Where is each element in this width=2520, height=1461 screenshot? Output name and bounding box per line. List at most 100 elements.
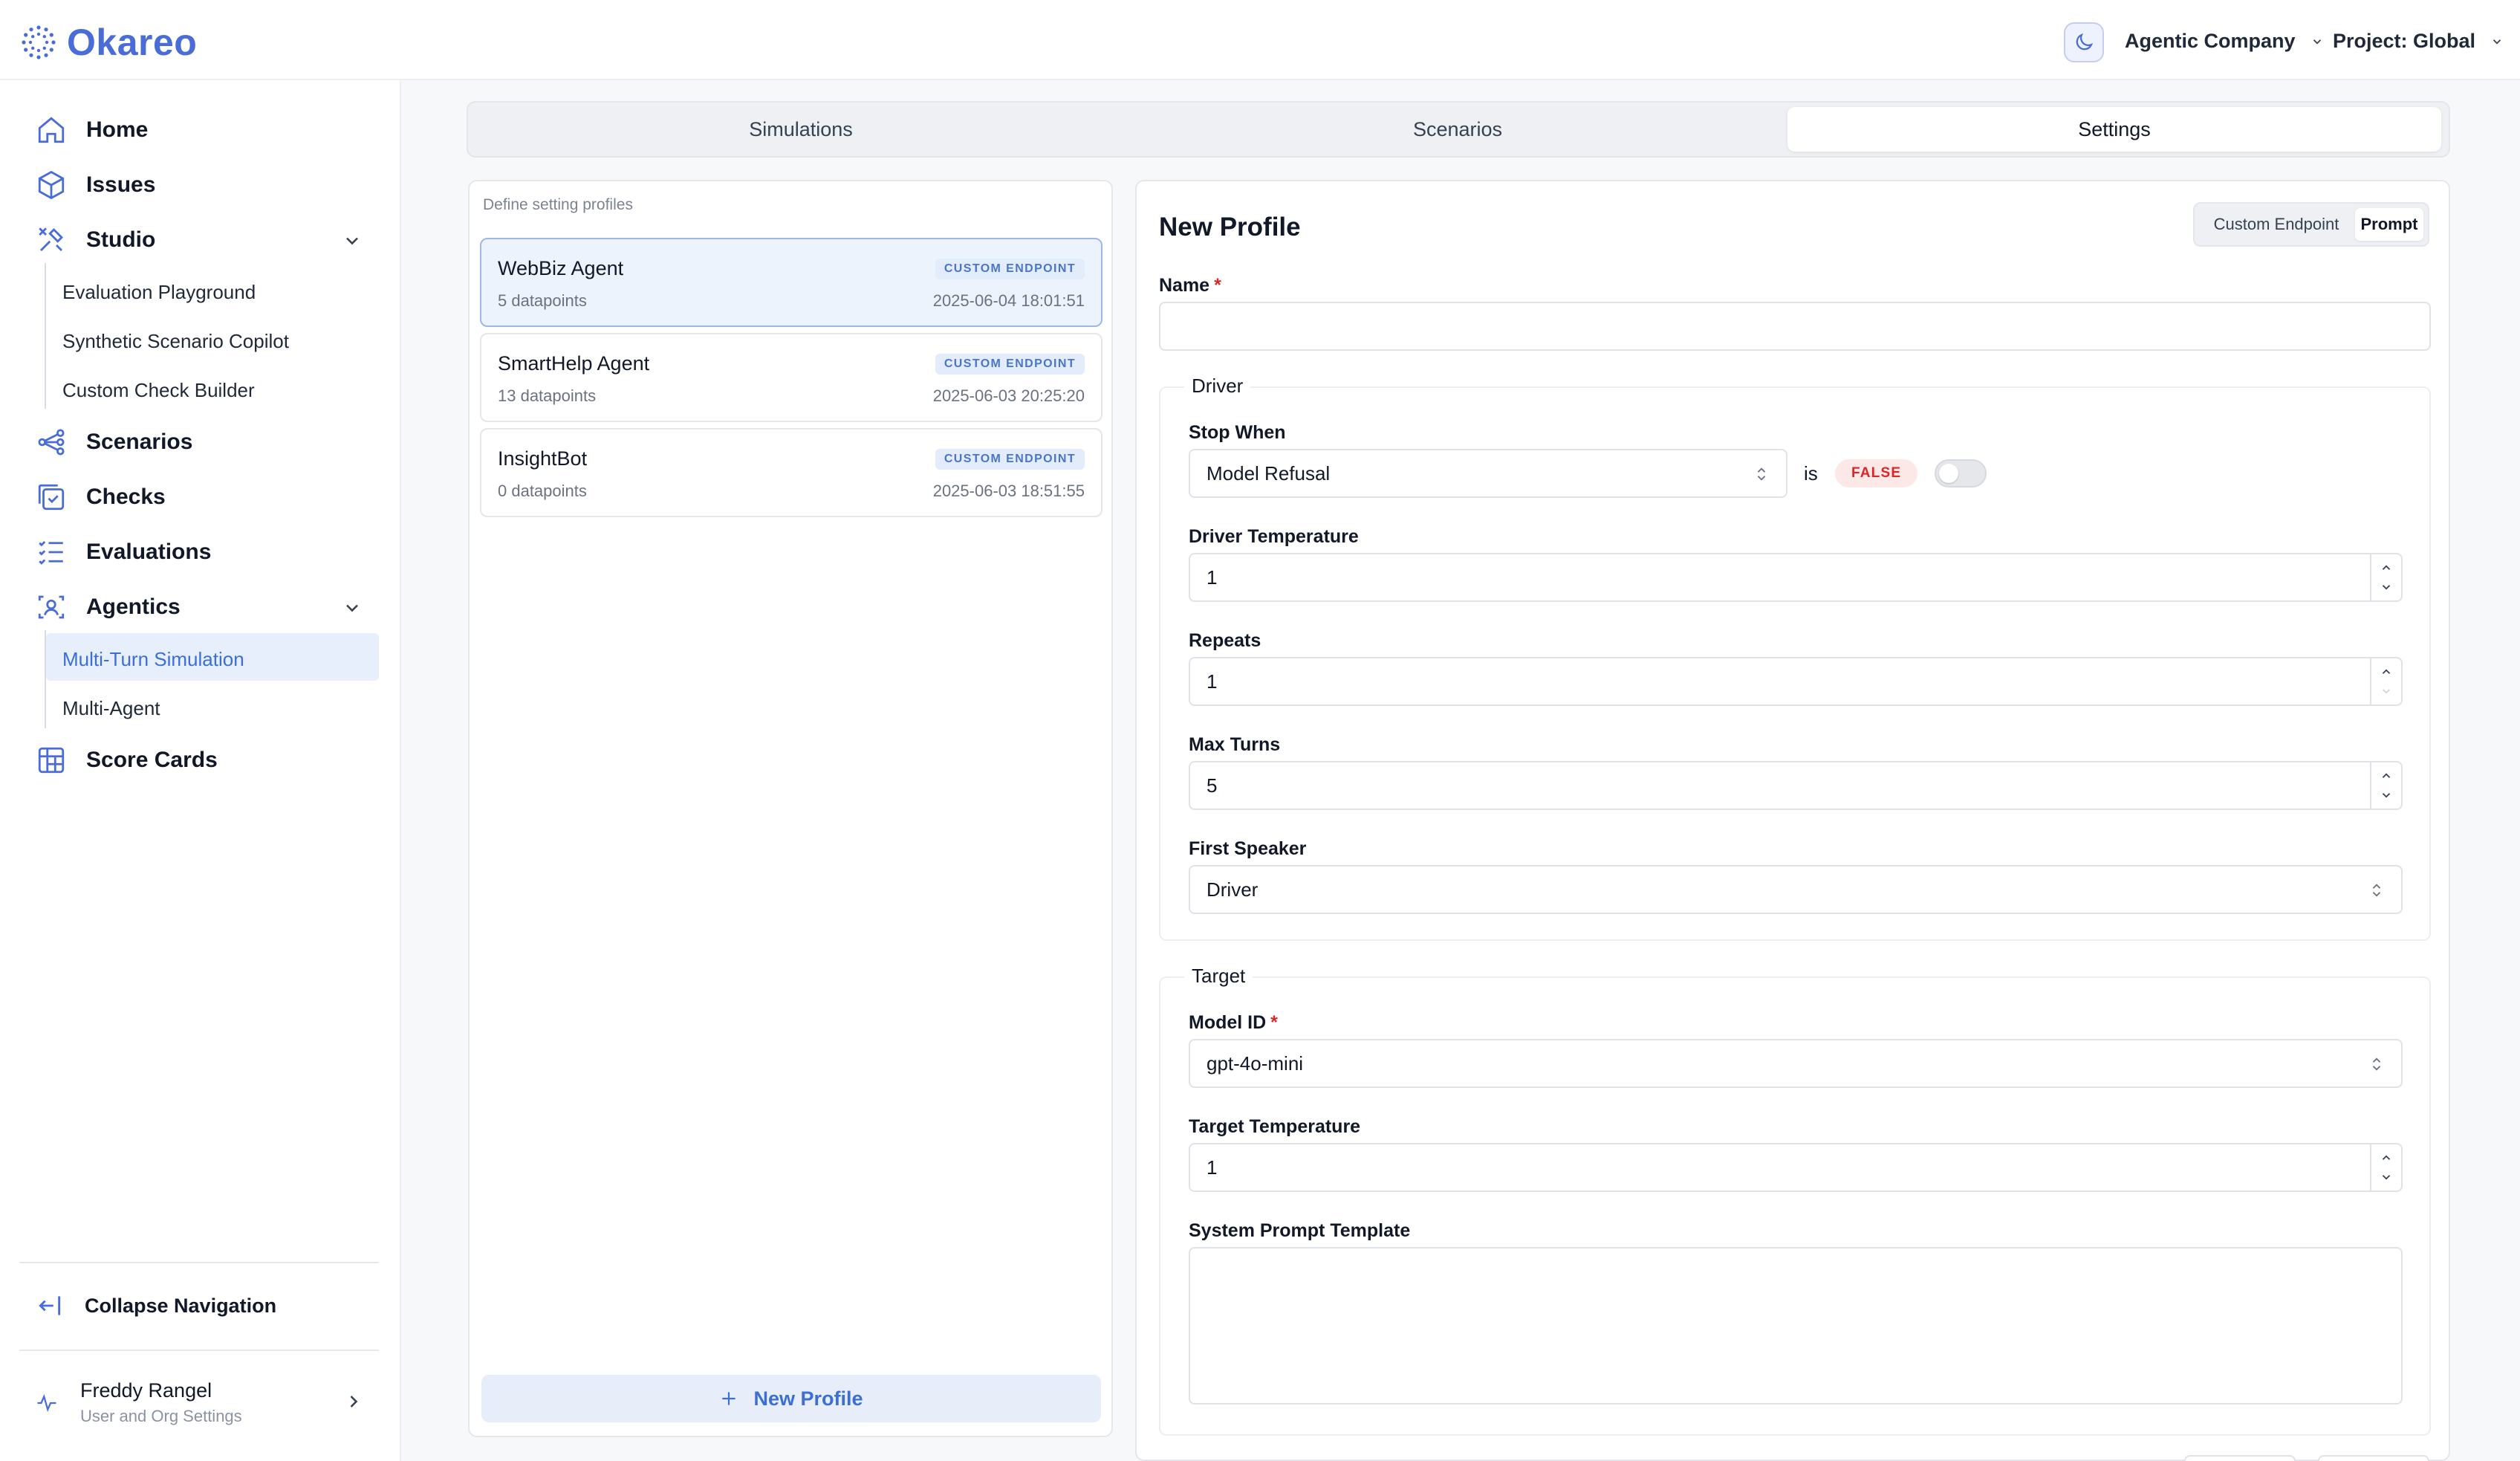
chevron-down-icon[interactable]: [2380, 1170, 2393, 1184]
tab-settings[interactable]: Settings: [1787, 107, 2441, 152]
toggle-knob: [1939, 464, 1958, 483]
repeats-input[interactable]: 1: [1189, 657, 2403, 706]
number-stepper[interactable]: [2370, 762, 2401, 809]
tab-simulations[interactable]: Simulations: [474, 107, 1128, 152]
chevron-up-icon[interactable]: [2380, 769, 2393, 783]
chevron-up-icon[interactable]: [2380, 665, 2393, 678]
max-turns-input[interactable]: 5: [1189, 761, 2403, 810]
save-button[interactable]: [2318, 1455, 2429, 1461]
cancel-button[interactable]: [2184, 1455, 2296, 1461]
sidebar-item-label: Evaluations: [86, 540, 212, 564]
sidebar-sub-synthetic-scenario-copilot[interactable]: Synthetic Scenario Copilot: [62, 330, 289, 353]
chevron-down-icon[interactable]: [2380, 580, 2393, 594]
profile-date: 2025-06-03 20:25:20: [932, 386, 1085, 405]
collapse-left-icon: [39, 1296, 61, 1315]
chevron-down-icon[interactable]: [2380, 684, 2393, 698]
number-stepper[interactable]: [2370, 554, 2401, 600]
collapse-navigation-button[interactable]: Collapse Navigation: [36, 1292, 276, 1320]
activity-icon: [37, 1393, 56, 1412]
cube-icon: [38, 170, 65, 200]
stop-when-select[interactable]: Model Refusal: [1189, 449, 1787, 498]
profile-type-badge: CUSTOM ENDPOINT: [935, 449, 1085, 470]
model-id-value: gpt-4o-mini: [1207, 1052, 1304, 1075]
divider: [19, 1262, 379, 1263]
chevron-down-icon[interactable]: [342, 597, 363, 618]
profile-type-badge: CUSTOM ENDPOINT: [935, 354, 1085, 375]
driver-temperature-value: 1: [1207, 566, 1218, 589]
profile-type-segment: Custom Endpoint Prompt: [2193, 202, 2429, 247]
chevron-down-icon: [2493, 39, 2501, 45]
sidebar-item-home[interactable]: Home: [36, 114, 148, 146]
target-temperature-label: Target Temperature: [1189, 1116, 1361, 1137]
divider: [19, 1350, 379, 1351]
company-selector[interactable]: Agentic Company: [2125, 30, 2324, 53]
project-selector[interactable]: Project: Global: [2333, 30, 2504, 53]
chevron-updown-icon: [2372, 884, 2381, 897]
chevron-down-icon[interactable]: [342, 230, 363, 251]
sidebar-item-scenarios[interactable]: Scenarios: [36, 427, 192, 458]
sidebar-item-studio[interactable]: Studio: [36, 224, 155, 256]
number-stepper[interactable]: [2370, 658, 2401, 704]
table-icon: [38, 747, 65, 774]
profile-date: 2025-06-04 18:01:51: [932, 291, 1085, 310]
driver-temperature-input[interactable]: 1: [1189, 553, 2403, 602]
new-profile-button[interactable]: New Profile: [481, 1375, 1101, 1422]
stop-when-label: Stop When: [1189, 422, 1286, 443]
sidebar-sub-multi-agent[interactable]: Multi-Agent: [62, 697, 160, 720]
target-temperature-input[interactable]: 1: [1189, 1143, 2403, 1192]
sidebar-item-label: Scenarios: [86, 430, 193, 454]
user-settings[interactable]: Freddy Rangel User and Org Settings: [36, 1379, 242, 1426]
sidebar-item-score-cards[interactable]: Score Cards: [36, 745, 218, 776]
checklist-icon: [38, 484, 65, 511]
profile-card[interactable]: SmartHelp Agent CUSTOM ENDPOINT 13 datap…: [480, 333, 1102, 422]
profile-card[interactable]: InsightBot CUSTOM ENDPOINT 0 datapoints …: [480, 428, 1102, 517]
sidebar-sub-evaluation-playground[interactable]: Evaluation Playground: [62, 281, 256, 304]
first-speaker-label: First Speaker: [1189, 838, 1307, 859]
stop-when-toggle[interactable]: [1935, 459, 1987, 487]
sidebar-item-label: Score Cards: [86, 748, 218, 772]
sidebar-item-evaluations[interactable]: Evaluations: [36, 537, 211, 568]
first-speaker-value: Driver: [1207, 878, 1259, 901]
sidebar-item-agentics[interactable]: Agentics: [36, 592, 181, 623]
user-name: Freddy Rangel: [80, 1379, 212, 1402]
chevron-down-icon: [2313, 39, 2321, 45]
sidebar-item-label: Issues: [86, 172, 156, 197]
segment-custom-endpoint[interactable]: Custom Endpoint: [2199, 208, 2354, 241]
chevron-right-icon[interactable]: [343, 1391, 364, 1412]
model-id-select[interactable]: gpt-4o-mini: [1189, 1039, 2403, 1088]
required-asterisk: *: [1270, 1012, 1278, 1033]
profile-name: SmartHelp Agent: [498, 352, 650, 375]
max-turns-value: 5: [1207, 774, 1218, 797]
user-scan-icon: [38, 595, 65, 619]
profile-form-panel: New Profile Custom Endpoint Prompt Name *…: [1135, 180, 2450, 1461]
theme-toggle-button[interactable]: [2064, 22, 2104, 62]
sidebar-item-issues[interactable]: Issues: [36, 169, 155, 201]
system-prompt-template-textarea[interactable]: [1189, 1247, 2403, 1405]
chevron-down-icon[interactable]: [2380, 788, 2393, 802]
sidebar-sub-multi-turn-simulation[interactable]: Multi-Turn Simulation: [62, 648, 244, 671]
chevron-up-icon[interactable]: [2380, 561, 2393, 574]
false-badge: FALSE: [1835, 459, 1918, 487]
collapse-label: Collapse Navigation: [85, 1294, 277, 1317]
project-name: Project: Global: [2333, 30, 2476, 52]
sidebar-sub-custom-check-builder[interactable]: Custom Check Builder: [62, 379, 255, 402]
tab-scenarios[interactable]: Scenarios: [1131, 107, 1785, 152]
logo[interactable]: Okareo: [21, 21, 197, 64]
max-turns-label: Max Turns: [1189, 734, 1281, 755]
segment-prompt[interactable]: Prompt: [2355, 208, 2423, 241]
target-legend: Target: [1184, 965, 1253, 988]
repeats-label: Repeats: [1189, 630, 1261, 651]
target-temperature-value: 1: [1207, 1156, 1218, 1179]
name-label-text: Name: [1159, 275, 1210, 296]
number-stepper[interactable]: [2370, 1144, 2401, 1190]
name-input[interactable]: [1159, 302, 2431, 351]
system-prompt-template-label: System Prompt Template: [1189, 1220, 1411, 1241]
form-title: New Profile: [1159, 213, 1301, 242]
sidebar-item-checks[interactable]: Checks: [36, 482, 166, 513]
profiles-panel: Define setting profiles WebBiz Agent CUS…: [468, 180, 1113, 1437]
first-speaker-select[interactable]: Driver: [1189, 865, 2403, 914]
sidebar-item-label: Studio: [86, 227, 156, 252]
logo-text: Okareo: [67, 22, 198, 63]
chevron-up-icon[interactable]: [2380, 1151, 2393, 1164]
profile-card[interactable]: WebBiz Agent CUSTOM ENDPOINT 5 datapoint…: [480, 238, 1102, 327]
